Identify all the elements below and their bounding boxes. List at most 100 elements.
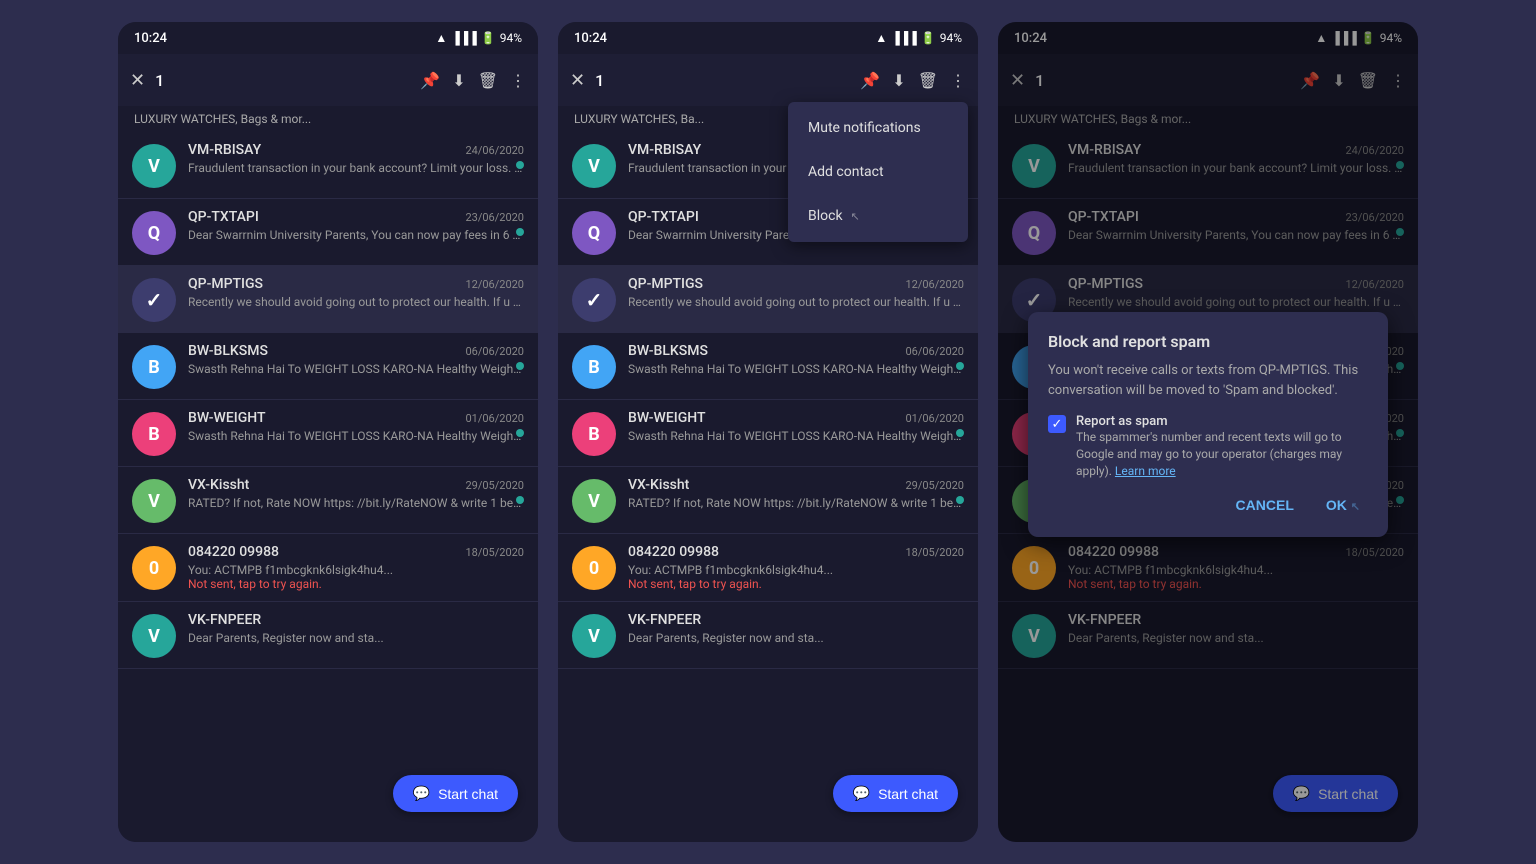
chat-date: 18/05/2020 bbox=[905, 546, 964, 559]
report-spam-checkbox[interactable]: ✓ bbox=[1048, 415, 1066, 433]
chat-preview: Dear Parents, Register now and sta... bbox=[628, 631, 964, 645]
chat-content: BW-BLKSMS 06/06/2020 Swasth Rehna Hai To… bbox=[188, 343, 524, 376]
chat-item[interactable]: V VM-RBISAY 24/06/2020 Fraudulent transa… bbox=[118, 132, 538, 199]
chat-item[interactable]: B BW-BLKSMS 06/06/2020 Swasth Rehna Hai … bbox=[118, 333, 538, 400]
more-icon[interactable]: ⋮ bbox=[510, 71, 526, 90]
avatar bbox=[132, 278, 176, 322]
chat-header: 084220 09988 18/05/2020 bbox=[628, 544, 964, 560]
chat-header: 084220 09988 18/05/2020 bbox=[188, 544, 524, 560]
chat-item[interactable]: QP-MPTIGS 12/06/2020 Recently we should … bbox=[118, 266, 538, 333]
dialog-title: Block and report spam bbox=[1048, 332, 1368, 351]
delete-icon[interactable]: 🗑 bbox=[918, 71, 938, 90]
chat-preview: Swasth Rehna Hai To WEIGHT LOSS KARO-NA … bbox=[188, 429, 524, 443]
chat-content: 084220 09988 18/05/2020 You: ACTMPB f1mb… bbox=[188, 544, 524, 591]
chat-content: VK-FNPEER Dear Parents, Register now and… bbox=[188, 612, 524, 645]
block-dialog: Block and report spam You won't receive … bbox=[1028, 312, 1388, 537]
avatar: V bbox=[132, 144, 176, 188]
unread-indicator bbox=[956, 362, 964, 370]
chat-item[interactable]: V VK-FNPEER Dear Parents, Register now a… bbox=[118, 602, 538, 669]
chat-header: VK-FNPEER bbox=[188, 612, 524, 628]
chat-preview: Recently we should avoid going out to pr… bbox=[188, 295, 524, 309]
chat-name: VM-RBISAY bbox=[628, 142, 701, 158]
learn-more-link[interactable]: Learn more bbox=[1115, 464, 1176, 478]
chat-preview: You: ACTMPB f1mbcgknk6lsigk4hu4... bbox=[628, 563, 964, 577]
chat-name: QP-MPTIGS bbox=[628, 276, 703, 292]
avatar: V bbox=[572, 614, 616, 658]
selected-count: 1 bbox=[595, 71, 850, 90]
chat-header: QP-MPTIGS 12/06/2020 bbox=[628, 276, 964, 292]
checkbox-label: Report as spam bbox=[1076, 414, 1368, 429]
chat-item[interactable]: Q QP-TXTAPI 23/06/2020 Dear Swarrnim Uni… bbox=[118, 199, 538, 266]
status-icons: ▲ ▐▐▐ 🔋 94% bbox=[435, 31, 522, 45]
selected-count: 1 bbox=[155, 71, 410, 90]
chat-preview: You: ACTMPB f1mbcgknk6lsigk4hu4... bbox=[188, 563, 524, 577]
phone-2: 10:24 ▲ ▐▐▐ 🔋 94% ✕ 1 📌 ⬇ 🗑 ⋮ LUXURY WAT… bbox=[558, 22, 978, 842]
app-container: 10:24 ▲ ▐▐▐ 🔋 94% ✕ 1 📌 ⬇ 🗑 ⋮ LUXURY WAT… bbox=[0, 0, 1536, 864]
delete-icon[interactable]: 🗑 bbox=[478, 71, 498, 90]
cursor-indicator: ↖ bbox=[851, 210, 860, 223]
archive-icon[interactable]: ⬇ bbox=[892, 71, 905, 90]
chat-item[interactable]: QP-MPTIGS 12/06/2020 Recently we should … bbox=[558, 266, 978, 333]
archive-icon[interactable]: ⬇ bbox=[452, 71, 465, 90]
dropdown-item-2[interactable]: Block↖ bbox=[788, 194, 968, 238]
chat-header: VX-Kissht 29/05/2020 bbox=[628, 477, 964, 493]
chat-name: QP-TXTAPI bbox=[628, 209, 699, 225]
chat-item[interactable]: V VX-Kissht 29/05/2020 RATED? If not, Ra… bbox=[118, 467, 538, 534]
unread-indicator bbox=[956, 496, 964, 504]
chat-preview: Fraudulent transaction in your bank acco… bbox=[188, 161, 524, 175]
cancel-button[interactable]: Cancel bbox=[1228, 493, 1302, 517]
chat-header: BW-WEIGHT 01/06/2020 bbox=[188, 410, 524, 426]
avatar: Q bbox=[132, 211, 176, 255]
chat-content: BW-BLKSMS 06/06/2020 Swasth Rehna Hai To… bbox=[628, 343, 964, 376]
chat-header: BW-WEIGHT 01/06/2020 bbox=[628, 410, 964, 426]
chat-preview: Dear Parents, Register now and sta... bbox=[188, 631, 524, 645]
chat-item[interactable]: B BW-WEIGHT 01/06/2020 Swasth Rehna Hai … bbox=[118, 400, 538, 467]
more-icon[interactable]: ⋮ bbox=[950, 71, 966, 90]
chat-date: 06/06/2020 bbox=[905, 345, 964, 358]
battery-icon: 🔋 bbox=[481, 31, 496, 45]
start-chat-button[interactable]: 💬Start chat bbox=[833, 775, 958, 812]
chat-item[interactable]: 0 084220 09988 18/05/2020 You: ACTMPB f1… bbox=[118, 534, 538, 602]
chat-name: VM-RBISAY bbox=[188, 142, 261, 158]
start-chat-label: Start chat bbox=[878, 786, 938, 802]
avatar: Q bbox=[572, 211, 616, 255]
avatar bbox=[572, 278, 616, 322]
chat-header: VX-Kissht 29/05/2020 bbox=[188, 477, 524, 493]
chat-name: BW-BLKSMS bbox=[628, 343, 708, 359]
chat-content: VK-FNPEER Dear Parents, Register now and… bbox=[628, 612, 964, 645]
chat-preview: RATED? If not, Rate NOW https: //bit.ly/… bbox=[628, 496, 964, 510]
avatar: 0 bbox=[132, 546, 176, 590]
dialog-actions: Cancel OK ↖ bbox=[1048, 493, 1368, 517]
close-icon[interactable]: ✕ bbox=[570, 70, 585, 91]
chat-item[interactable]: V VK-FNPEER Dear Parents, Register now a… bbox=[558, 602, 978, 669]
chat-name: 084220 09988 bbox=[628, 544, 719, 560]
chat-name: VX-Kissht bbox=[628, 477, 689, 493]
chat-content: QP-TXTAPI 23/06/2020 Dear Swarrnim Unive… bbox=[188, 209, 524, 242]
pin-icon[interactable]: 📌 bbox=[860, 71, 880, 90]
chat-name: BW-WEIGHT bbox=[628, 410, 706, 426]
chat-header: QP-TXTAPI 23/06/2020 bbox=[188, 209, 524, 225]
ok-button[interactable]: OK ↖ bbox=[1318, 493, 1368, 517]
chat-date: 24/06/2020 bbox=[465, 144, 524, 157]
top-bar: ✕ 1 📌 ⬇ 🗑 ⋮ bbox=[558, 54, 978, 106]
chat-item[interactable]: 0 084220 09988 18/05/2020 You: ACTMPB f1… bbox=[558, 534, 978, 602]
start-chat-label: Start chat bbox=[438, 786, 498, 802]
avatar: V bbox=[132, 479, 176, 523]
pin-icon[interactable]: 📌 bbox=[420, 71, 440, 90]
chat-name: BW-BLKSMS bbox=[188, 343, 268, 359]
chat-date: 06/06/2020 bbox=[465, 345, 524, 358]
close-icon[interactable]: ✕ bbox=[130, 70, 145, 91]
chat-preview: Swasth Rehna Hai To WEIGHT LOSS KARO-NA … bbox=[628, 362, 964, 376]
unread-indicator bbox=[516, 496, 524, 504]
chat-name: VK-FNPEER bbox=[628, 612, 701, 628]
avatar: B bbox=[572, 412, 616, 456]
dialog-body: You won't receive calls or texts from QP… bbox=[1048, 361, 1368, 400]
chat-item[interactable]: B BW-WEIGHT 01/06/2020 Swasth Rehna Hai … bbox=[558, 400, 978, 467]
chat-item[interactable]: V VX-Kissht 29/05/2020 RATED? If not, Ra… bbox=[558, 467, 978, 534]
chat-item[interactable]: B BW-BLKSMS 06/06/2020 Swasth Rehna Hai … bbox=[558, 333, 978, 400]
signal-icon: ▐▐▐ bbox=[891, 31, 917, 45]
start-chat-button[interactable]: 💬Start chat bbox=[393, 775, 518, 812]
dropdown-item-0[interactable]: Mute notifications bbox=[788, 106, 968, 150]
dropdown-item-1[interactable]: Add contact bbox=[788, 150, 968, 194]
status-bar: 10:24 ▲ ▐▐▐ 🔋 94% bbox=[118, 22, 538, 54]
